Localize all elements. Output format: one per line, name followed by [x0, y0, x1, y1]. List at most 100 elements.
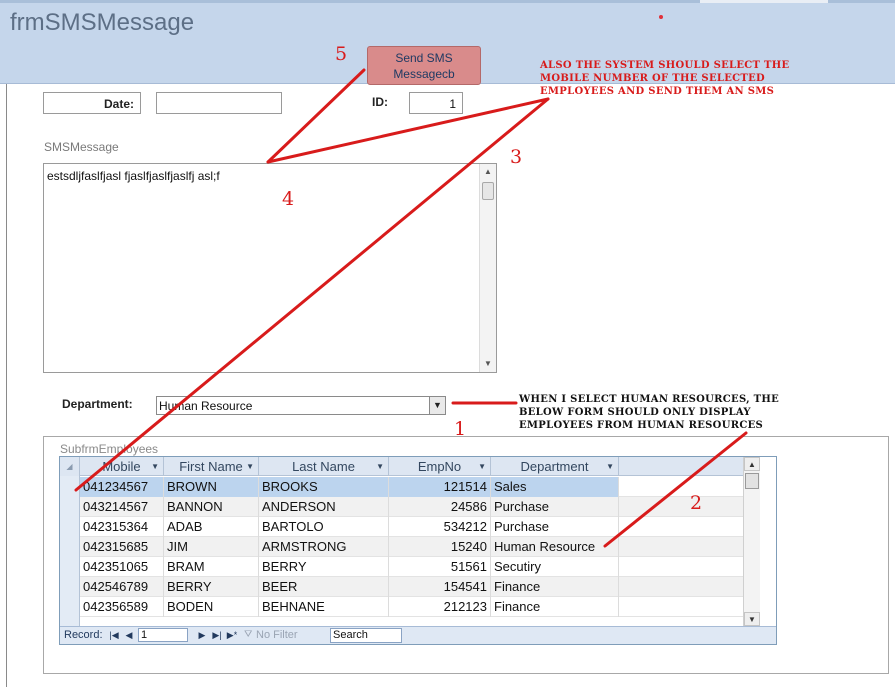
table-cell[interactable]: 042351065 [80, 557, 164, 577]
table-cell[interactable]: 042546789 [80, 577, 164, 597]
table-cell[interactable]: 51561 [389, 557, 491, 577]
date-field[interactable] [156, 92, 282, 114]
table-cell[interactable]: 212123 [389, 597, 491, 617]
access-form-window: frmSMSMessage Send SMS Messagecb Date: I… [0, 0, 895, 687]
department-combo[interactable]: Human Resource ▼ [156, 396, 446, 415]
table-cell[interactable]: Secutiry [491, 557, 619, 577]
search-input[interactable]: Search [330, 628, 402, 643]
sms-message-text: estsdljfaslfjasl fjaslfjaslfjaslfj asl;f [47, 169, 220, 183]
note-mid-line-3: employees from human resources [519, 420, 764, 431]
note-top-line-1: Also the system should select the [540, 60, 790, 71]
col-header-label: Department [520, 459, 589, 474]
annotation-4: 4 [282, 188, 295, 210]
chevron-down-icon[interactable]: ▼ [429, 397, 445, 414]
new-record-icon[interactable]: ▶* [226, 628, 238, 642]
table-cell[interactable]: ARMSTRONG [259, 537, 389, 557]
next-record-icon[interactable]: ▶ [196, 628, 208, 642]
col-header-last-name[interactable]: Last Name ▼ [259, 457, 389, 476]
table-cell[interactable]: 042356589 [80, 597, 164, 617]
table-cell[interactable]: ANDERSON [259, 497, 389, 517]
dropdown-arrow-icon[interactable]: ▼ [376, 457, 384, 476]
table-cell[interactable]: 043214567 [80, 497, 164, 517]
table-cell[interactable]: JIM [164, 537, 259, 557]
col-header-label: First Name [179, 459, 243, 474]
table-row[interactable]: 042315685 JIM ARMSTRONG 15240 Human Resource [80, 537, 760, 557]
annotation-5: 5 [335, 43, 348, 65]
scroll-thumb[interactable] [745, 473, 759, 489]
table-cell[interactable]: BERRY [259, 557, 389, 577]
table-cell[interactable]: Purchase [491, 497, 619, 517]
table-row[interactable]: 042351065 BRAM BERRY 51561 Secutiry [80, 557, 760, 577]
table-cell[interactable]: BEHNANE [259, 597, 389, 617]
col-header-department[interactable]: Department ▼ [491, 457, 619, 476]
record-selector-column: ◢ [60, 457, 80, 626]
datasheet-scrollbar[interactable]: ▲ ▼ [743, 457, 760, 626]
dropdown-arrow-icon[interactable]: ▼ [151, 457, 159, 476]
sms-message-label: SMSMessage [44, 140, 119, 154]
table-cell[interactable]: 154541 [389, 577, 491, 597]
table-cell[interactable]: BROOKS [259, 477, 389, 497]
column-header-row: Mobile ▼ First Name ▼ Last Name ▼ EmpNo ▼ De… [80, 457, 760, 476]
employees-datasheet: ◢ Mobile ▼ First Name ▼ Last Name ▼ EmpNo ▼ … [59, 456, 777, 645]
note-top-line-3: employees and send them an SMS [540, 86, 775, 97]
department-value: Human Resource [159, 399, 253, 413]
current-record-field[interactable]: 1 [138, 628, 188, 642]
table-cell[interactable]: 534212 [389, 517, 491, 537]
table-cell[interactable]: BODEN [164, 597, 259, 617]
table-row[interactable]: 042546789 BERRY BEER 154541 Finance [80, 577, 760, 597]
filter-icon: ⛛ [244, 629, 253, 640]
previous-record-icon[interactable]: ◀ [123, 628, 135, 642]
table-cell[interactable]: 042315364 [80, 517, 164, 537]
table-cell[interactable]: BARTOLO [259, 517, 389, 537]
annotation-1: 1 [454, 418, 467, 440]
table-row[interactable]: 042315364 ADAB BARTOLO 534212 Purchase [80, 517, 760, 537]
scroll-down-icon[interactable]: ▼ [744, 612, 760, 626]
table-cell[interactable]: Finance [491, 577, 619, 597]
dropdown-arrow-icon[interactable]: ▼ [478, 457, 486, 476]
col-header-empno[interactable]: EmpNo ▼ [389, 457, 491, 476]
table-cell[interactable]: 042315685 [80, 537, 164, 557]
no-filter-button[interactable]: No Filter [256, 629, 298, 641]
table-cell[interactable]: BERRY [164, 577, 259, 597]
col-header-label: Last Name [292, 459, 355, 474]
table-cell[interactable]: 041234567 [80, 477, 164, 497]
note-top-line-2: mobile number of the selected [540, 73, 766, 84]
table-cell[interactable]: Finance [491, 597, 619, 617]
red-dot-mark [659, 15, 663, 19]
table-row[interactable]: 041234567 BROWN BROOKS 121514 Sales [80, 477, 760, 497]
note-mid-line-1: When I select Human resources, the [519, 394, 780, 405]
table-cell[interactable]: Sales [491, 477, 619, 497]
select-all-corner[interactable]: ◢ [60, 457, 79, 476]
scroll-up-icon[interactable]: ▲ [480, 164, 496, 180]
id-field[interactable]: 1 [409, 92, 463, 114]
note-mid-line-2: below form should only display [519, 407, 751, 418]
table-cell[interactable]: Human Resource [491, 537, 619, 557]
sms-scrollbar[interactable]: ▲ ▼ [479, 164, 496, 372]
table-cell[interactable]: BANNON [164, 497, 259, 517]
department-label: Department: [62, 397, 133, 411]
send-sms-button[interactable]: Send SMS Messagecb [367, 46, 481, 85]
table-cell[interactable]: BEER [259, 577, 389, 597]
table-row[interactable]: 042356589 BODEN BEHNANE 212123 Finance [80, 597, 760, 617]
dropdown-arrow-icon[interactable]: ▼ [246, 457, 254, 476]
col-header-label: EmpNo [417, 459, 462, 474]
table-cell[interactable]: BRAM [164, 557, 259, 577]
table-cell[interactable]: 24586 [389, 497, 491, 517]
table-cell[interactable]: Purchase [491, 517, 619, 537]
table-row[interactable]: 043214567 BANNON ANDERSON 24586 Purchase [80, 497, 760, 517]
table-cell[interactable]: ADAB [164, 517, 259, 537]
last-record-icon[interactable]: ▶| [211, 628, 223, 642]
table-cell[interactable]: BROWN [164, 477, 259, 497]
form-left-border [6, 84, 7, 687]
col-header-first-name[interactable]: First Name ▼ [164, 457, 259, 476]
scroll-down-icon[interactable]: ▼ [480, 356, 496, 372]
scroll-thumb[interactable] [482, 182, 494, 200]
scroll-up-icon[interactable]: ▲ [744, 457, 760, 471]
first-record-icon[interactable]: |◀ [108, 628, 120, 642]
sms-message-textarea[interactable]: estsdljfaslfjasl fjaslfjaslfjaslfj asl;f… [43, 163, 497, 373]
table-cell[interactable]: 121514 [389, 477, 491, 497]
date-label: Date: [43, 92, 141, 114]
dropdown-arrow-icon[interactable]: ▼ [606, 457, 614, 476]
table-cell[interactable]: 15240 [389, 537, 491, 557]
col-header-mobile[interactable]: Mobile ▼ [80, 457, 164, 476]
